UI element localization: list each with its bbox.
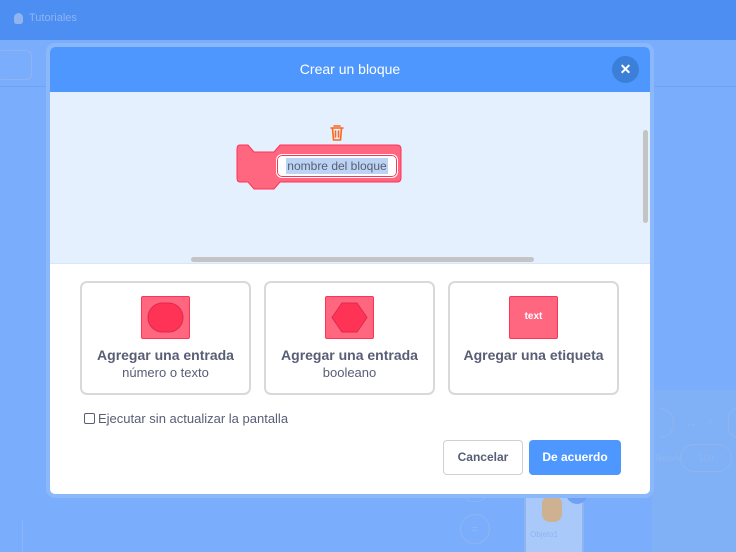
close-button[interactable]: ✕ <box>612 56 639 83</box>
dialog-header: Crear un bloque ✕ <box>50 47 650 92</box>
arrows-icon: ↔ <box>684 414 698 430</box>
cancel-button[interactable]: Cancelar <box>443 440 523 475</box>
sprite-name: Objeto1 <box>530 530 559 539</box>
dialog-title: Crear un bloque <box>299 61 401 77</box>
vertical-scrollbar[interactable] <box>643 130 648 223</box>
hexagon-input-icon <box>325 296 374 339</box>
tutorials-menu: Tutoriales <box>14 12 77 24</box>
input-options: Agregar una entrada número o texto Agreg… <box>80 281 620 395</box>
size-field: 100 <box>680 444 732 472</box>
lightbulb-icon <box>14 12 23 24</box>
menu-bar <box>0 0 736 40</box>
size-label: Tamaño <box>654 454 683 463</box>
code-tab <box>0 50 32 80</box>
add-boolean-input-button[interactable]: Agregar una entrada booleano <box>264 281 435 395</box>
option-title: Agregar una entrada <box>97 347 234 363</box>
option-subtitle: número o texto <box>122 365 209 380</box>
zoom-reset-button: = <box>460 514 490 544</box>
option-title: Agregar una etiqueta <box>463 347 604 363</box>
add-number-text-input-button[interactable]: Agregar una entrada número o texto <box>80 281 251 395</box>
run-without-refresh-checkbox[interactable] <box>84 413 95 424</box>
field-outline <box>728 408 736 438</box>
tutorials-label: Tutoriales <box>29 12 77 24</box>
close-icon: ✕ <box>619 61 632 77</box>
x-label: x <box>708 416 713 427</box>
block-name-input[interactable]: nombre del bloque <box>276 154 398 178</box>
run-without-refresh-label: Ejecutar sin actualizar la pantalla <box>98 411 289 426</box>
create-block-dialog: Crear un bloque ✕ nombre del bloque Agre… <box>46 43 654 498</box>
round-input-icon <box>141 296 190 339</box>
horizontal-scrollbar[interactable] <box>191 257 534 262</box>
divider <box>22 520 23 552</box>
block-name-text: nombre del bloque <box>286 158 388 174</box>
run-without-refresh-option[interactable]: Ejecutar sin actualizar la pantalla <box>84 411 288 426</box>
trash-icon[interactable] <box>329 124 345 142</box>
option-title: Agregar una entrada <box>281 347 418 363</box>
add-label-button[interactable]: text Agregar una etiqueta <box>448 281 619 395</box>
block-preview-workspace: nombre del bloque <box>50 92 650 264</box>
text-label-icon: text <box>509 296 558 339</box>
ok-button[interactable]: De acuerdo <box>529 440 621 475</box>
option-subtitle: booleano <box>322 365 377 380</box>
cat-sprite-icon <box>542 496 562 522</box>
